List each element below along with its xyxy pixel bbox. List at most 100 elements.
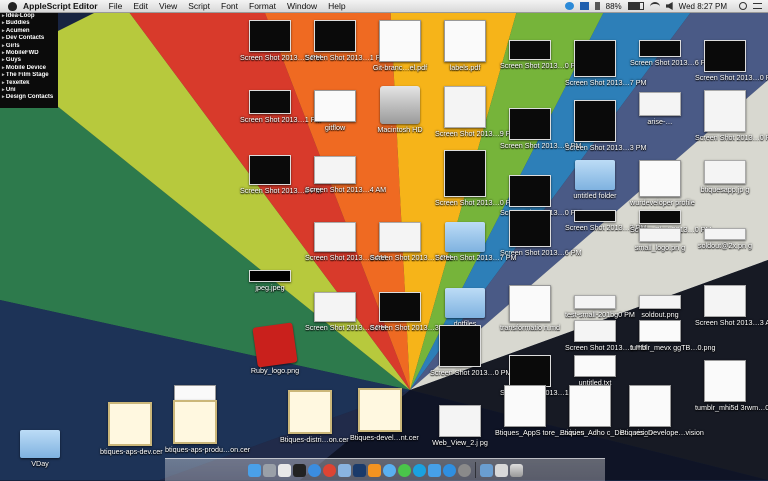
- messages-icon[interactable]: [397, 463, 411, 477]
- itunes-icon[interactable]: [382, 463, 396, 477]
- desktop-icon[interactable]: Screen Shot 2013…0 PM: [695, 40, 768, 82]
- desktop-icon[interactable]: Screen Shot 2013…0 PM: [435, 150, 517, 207]
- desktop-icon[interactable]: jpeg.jpeg: [240, 270, 300, 292]
- desktop-icon[interactable]: Screen Shot 2013…4 AM: [305, 156, 386, 194]
- desktop-icon[interactable]: wurdeveloper profile: [630, 160, 695, 207]
- desktop-icon[interactable]: Screen Shot 2013…3 AM: [695, 285, 768, 327]
- desktop-icon[interactable]: Screen Shot 2013…0 PM: [500, 108, 582, 150]
- volume-icon[interactable]: [665, 2, 673, 10]
- bookmark-item[interactable]: Texeltek: [0, 80, 58, 87]
- desktop-icon[interactable]: Screen Shot 2013…0 PM: [500, 40, 582, 70]
- desktop-icon[interactable]: btiques-aps-produ…on.cer: [165, 400, 250, 454]
- desktop-icon[interactable]: soldout.png: [630, 295, 690, 319]
- desktop-icon[interactable]: Btiques_Adho c_Dist…vision: [560, 385, 652, 437]
- desktop-icon[interactable]: Screen Shot 2013…3 PM: [565, 210, 647, 232]
- desktop-icon[interactable]: Screen Shot 2013…8 PM: [305, 292, 387, 332]
- bookmark-item[interactable]: Idea-Loop: [0, 13, 58, 20]
- calendar-icon[interactable]: [277, 463, 291, 477]
- desktop-icon[interactable]: VDay: [10, 430, 70, 468]
- desktop-icon[interactable]: Screen Shot 2013…5 PM: [240, 20, 322, 62]
- bookmark-item[interactable]: Uni: [0, 87, 58, 94]
- app-store-icon[interactable]: [442, 463, 456, 477]
- desktop-icon[interactable]: Git-branc…el.pdf: [370, 20, 430, 72]
- finder-icon[interactable]: [247, 463, 261, 477]
- bookmark-item[interactable]: Girls: [0, 43, 58, 50]
- desktop-icon[interactable]: Btiques_Develope…vision: [620, 385, 704, 437]
- twitter-icon[interactable]: [564, 2, 574, 10]
- notification-center-icon[interactable]: [753, 3, 762, 9]
- desktop-icon[interactable]: btiquesapp.jp g: [695, 160, 755, 194]
- desktop-icon[interactable]: btiques-aps-dev.cer: [100, 402, 163, 456]
- launchpad-icon[interactable]: [262, 463, 276, 477]
- dropbox-icon[interactable]: [579, 2, 589, 10]
- downloads-stack-icon[interactable]: [479, 463, 493, 477]
- bookmark-item[interactable]: Dev Contacts: [0, 35, 58, 42]
- desktop-icon[interactable]: untitled folder: [565, 160, 625, 200]
- desktop-icon[interactable]: Screen Shot 2013…1 PM: [305, 20, 387, 62]
- bookmark-item[interactable]: Design Contacts: [0, 94, 58, 101]
- desktop-icon[interactable]: Screen Shot 2013…7 PM: [565, 40, 647, 87]
- desktop-icon[interactable]: Screen Shot 2013…3 PM: [565, 100, 647, 152]
- desktop-icon[interactable]: gitflow: [305, 90, 365, 132]
- menu-app-name[interactable]: AppleScript Editor: [23, 1, 98, 11]
- spotlight-icon[interactable]: [739, 2, 747, 10]
- desktop-icon[interactable]: tumblr_mevx ggTB…0.png: [630, 320, 716, 352]
- desktop-icon[interactable]: Screen Shot 2013…6 PM: [630, 40, 712, 67]
- menu-format[interactable]: Format: [249, 1, 276, 11]
- desktop-icon[interactable]: Screen Shot 2013…0 PM: [430, 325, 512, 377]
- documents-stack-icon[interactable]: [494, 463, 508, 477]
- desktop-icon[interactable]: Btiques_AppS tore_…vision: [495, 385, 585, 437]
- safari-icon[interactable]: [307, 463, 321, 477]
- twitter-app-icon[interactable]: [427, 463, 441, 477]
- desktop-icon[interactable]: Screen Shot 2013…1 PM: [565, 320, 647, 352]
- wifi-icon[interactable]: [649, 1, 660, 11]
- desktop-icon[interactable]: small_logo.pn g: [630, 228, 690, 252]
- desktop-icon[interactable]: Ruby_logo.png: [245, 322, 305, 375]
- desktop-icon[interactable]: Screen Shot 2013…0 PM: [695, 90, 768, 142]
- desktop-icon[interactable]: Screen Shot 2013…7 PM: [370, 222, 452, 262]
- desktop-icon[interactable]: Screen Shot 2013…6 PM: [500, 210, 582, 257]
- bookmark-item[interactable]: Acumen: [0, 28, 58, 35]
- bookmark-item[interactable]: The Film Stage: [0, 72, 58, 79]
- terminal-icon[interactable]: [292, 463, 306, 477]
- desktop-icon[interactable]: Web_View_2.j pg: [430, 405, 490, 447]
- menu-script[interactable]: Script: [188, 1, 210, 11]
- desktop-icon[interactable]: Macintosh HD: [370, 86, 430, 134]
- menu-window[interactable]: Window: [287, 1, 317, 11]
- desktop-icon[interactable]: transformatio n.md: [500, 285, 560, 332]
- desktop-icon[interactable]: Screen Shot 2013…9 PM: [435, 86, 517, 138]
- bookmark-item[interactable]: MobileFWD: [0, 50, 58, 57]
- desktop-icon[interactable]: soldout@2x.pn g: [695, 228, 755, 250]
- menu-help[interactable]: Help: [328, 1, 345, 11]
- desktop-icon[interactable]: Btiques-devel…nt.cer: [350, 388, 419, 442]
- bookmark-item[interactable]: Mobile Device: [0, 65, 58, 72]
- menu-file[interactable]: File: [109, 1, 123, 11]
- bookmark-item[interactable]: Buddies: [0, 20, 58, 27]
- desktop-icon[interactable]: tumblr_mhi5d 3rwm…0.png: [695, 360, 768, 412]
- desktop-icon[interactable]: Btiques-distri…on.cer: [280, 390, 349, 444]
- skype-icon[interactable]: [412, 463, 426, 477]
- mail-icon[interactable]: [337, 463, 351, 477]
- apple-menu-icon[interactable]: [8, 1, 17, 11]
- desktop-icon[interactable]: Screen Shot 2013…8 PM: [240, 155, 322, 195]
- desktop-icon[interactable]: Screen Shot 2013…8 AM: [305, 222, 386, 262]
- menu-edit[interactable]: Edit: [133, 1, 148, 11]
- photoshop-icon[interactable]: [352, 463, 366, 477]
- desktop-icon[interactable]: test-small-201bg0 PM: [565, 295, 635, 319]
- menu-view[interactable]: View: [159, 1, 177, 11]
- menu-font[interactable]: Font: [221, 1, 238, 11]
- desktop-icon[interactable]: untitled.txt: [565, 355, 625, 387]
- menu-clock[interactable]: Wed 8:27 PM: [679, 2, 727, 11]
- desktop-icon[interactable]: labels.pdf: [435, 20, 495, 72]
- system-preferences-icon[interactable]: [457, 463, 471, 477]
- desktop-icon[interactable]: arise-…: [630, 92, 690, 126]
- battery-icon[interactable]: [627, 2, 644, 10]
- desktop-icon[interactable]: Screen Shot 2013…7 PM: [435, 222, 517, 262]
- sublime-icon[interactable]: [367, 463, 381, 477]
- bluetooth-icon[interactable]: [594, 2, 600, 10]
- chrome-icon[interactable]: [322, 463, 336, 477]
- desktop-icon[interactable]: Screen Shot 2013…1 PM: [240, 90, 322, 124]
- desktop-icon[interactable]: Screen Shot 2013…3 PM: [370, 292, 452, 332]
- trash-icon[interactable]: [509, 463, 523, 477]
- bookmark-item[interactable]: Guys: [0, 57, 58, 64]
